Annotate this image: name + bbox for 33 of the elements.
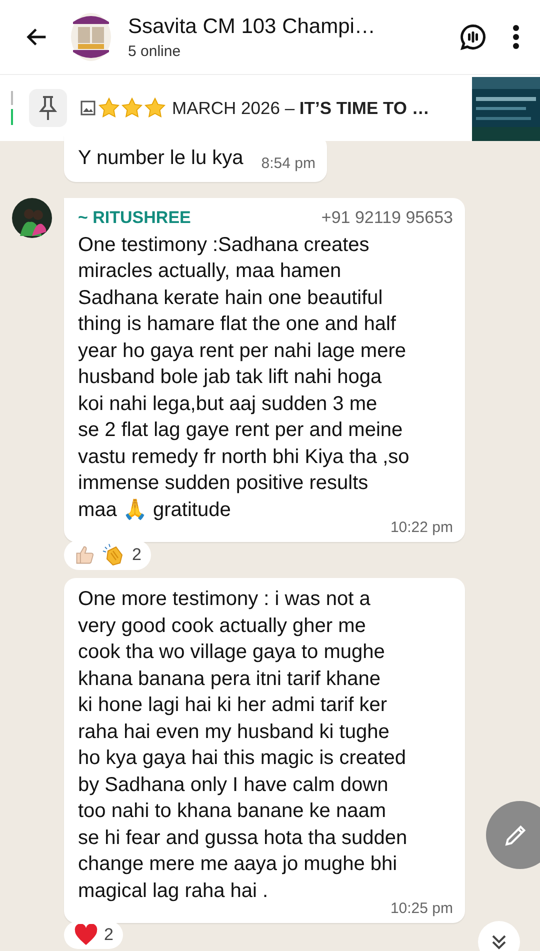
- message-bubble[interactable]: Y number le lu kya 8:54 pm: [64, 135, 328, 182]
- reactions-pill[interactable]: 2: [64, 921, 124, 949]
- group-avatar-icon[interactable]: [70, 12, 112, 62]
- pin-icon: [37, 95, 59, 121]
- message-time: 10:25 pm: [389, 900, 453, 917]
- online-count: 5 online: [128, 42, 182, 60]
- sender-avatar[interactable]: [12, 198, 52, 238]
- sender-phone: +91 92119 95653: [321, 208, 453, 228]
- edit-fab-button[interactable]: [486, 801, 540, 869]
- reaction-count: 2: [104, 925, 114, 945]
- voice-chat-icon: [458, 22, 488, 52]
- message-text: Y number le lu kya: [78, 146, 244, 171]
- thumbs-up-icon: [74, 544, 96, 566]
- message-bubble[interactable]: [64, 578, 465, 923]
- reactions-pill[interactable]: 2: [64, 540, 152, 570]
- message-bubble[interactable]: [64, 198, 465, 542]
- message-text: One testimony :Sadhana creates miracles actually, maa hamen Sadhana kerate hain one beautiful thing is hamare flat the one and half year ho gaya rent per nahi lage mere husband bole jab tak lift nahi hoga koi nahi lega,but aaj sudden 3 me se 2 flat lag gaye rent per and meine vastu remedy fr north bhi Kiya tha ,so immense sudden positive results maa 🙏 gratitude: [78, 232, 410, 522]
- message-time: 10:22 pm: [389, 519, 453, 536]
- pinned-message-bar[interactable]: MARCH 2026 – IT’S TIME TO …: [0, 74, 540, 141]
- more-options-icon: [512, 24, 520, 50]
- message-time: 8:54 pm: [261, 154, 316, 172]
- chat-title[interactable]: Ssavita CM 103 Champi…: [128, 14, 452, 38]
- message-text: One more testimony : i was not a very good cook actually gher me cook tha wo village gaya to mughe khana banana pera itni tarif khane ki hone lagi hai ki her admi tarif ker raha hai even my husband ki tughe ho kya gaya hai this magic is created by Sadhana only I have calm down too nahi to khana banane ke naam se hi fear and gussa hota tha sudden change mere me aaya jo mughe bhi magical lag raha hai .: [78, 587, 408, 902]
- star-icon: [98, 97, 120, 119]
- star-icon: [144, 97, 166, 119]
- scroll-down-button[interactable]: [478, 921, 520, 951]
- sender-name[interactable]: ~ RITUSHREE: [78, 208, 191, 228]
- heart-icon: [74, 924, 98, 946]
- image-icon: [80, 100, 96, 116]
- star-icon: [121, 97, 143, 119]
- pinned-message-text: MARCH 2026 – IT’S TIME TO …: [172, 98, 430, 118]
- pin-indicator-icon: [10, 91, 14, 125]
- reaction-count: 2: [132, 545, 142, 565]
